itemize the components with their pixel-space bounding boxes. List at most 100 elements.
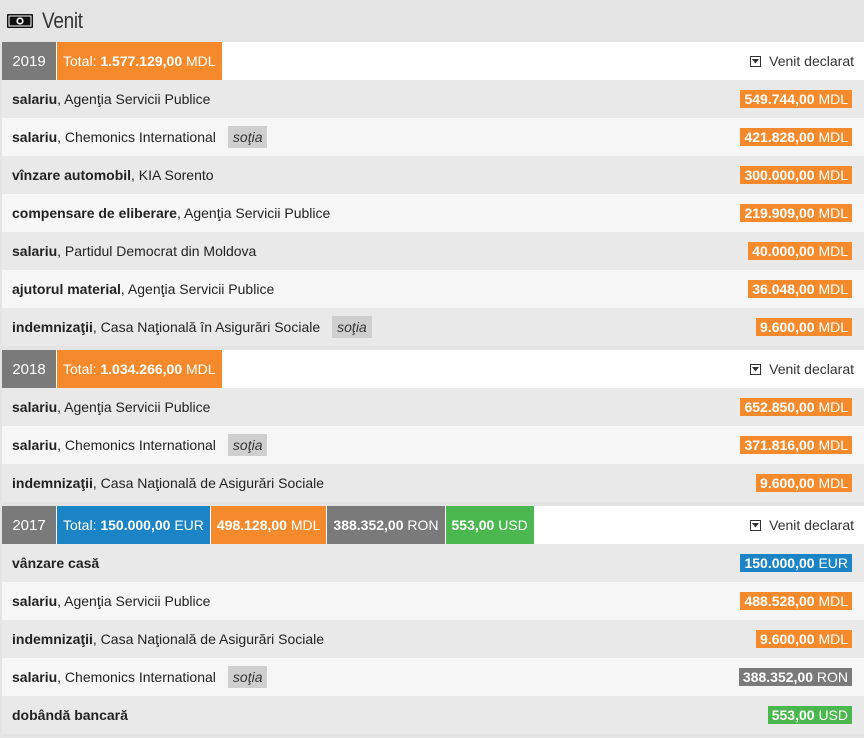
- amount-currency: MDL: [818, 243, 848, 259]
- amount-badge: 300.000,00 MDL: [740, 166, 852, 184]
- declared-income-dropdown[interactable]: Venit declarat: [750, 506, 864, 544]
- amount-value: 488.528,00: [744, 593, 815, 609]
- income-row: salariu, Chemonics International soţia 371…: [2, 426, 864, 464]
- declared-income-label: Venit declarat: [769, 53, 854, 69]
- income-years-list: 2019 Total: 1.577.129,00 MDL Venit declara…: [0, 42, 864, 738]
- income-type: salariu: [12, 593, 58, 609]
- amount-badge: 652.850,00 MDL: [740, 398, 852, 416]
- income-row: salariu, Partidul Democrat din Moldova 40…: [2, 232, 864, 270]
- amount-badge: 488.528,00 MDL: [740, 592, 852, 610]
- amount-badge: 553,00 USD: [767, 706, 852, 724]
- declared-income-label: Venit declarat: [769, 517, 854, 533]
- amount-badge: 36.048,00 MDL: [748, 280, 852, 298]
- total-currency: MDL: [186, 361, 216, 377]
- amount-badge: 421.828,00 MDL: [740, 128, 852, 146]
- total-currency: MDL: [290, 517, 321, 533]
- income-type: indemnizaţii: [12, 631, 93, 647]
- section-title: Venit: [42, 8, 83, 33]
- income-source: , Casa Naţională de Asigurări Sociale: [92, 631, 325, 647]
- income-row: salariu, Agenţia Servicii Publice 652.850…: [2, 388, 864, 426]
- spouse-badge: soţia: [332, 316, 372, 338]
- year-label: 2017: [2, 506, 56, 544]
- amount-value: 9.600,00: [760, 319, 815, 335]
- amount-value: 40.000,00: [752, 243, 815, 259]
- declared-income-dropdown[interactable]: Venit declarat: [750, 350, 864, 388]
- income-row: indemnizaţii, Casa Naţională de Asigurăr…: [2, 620, 864, 658]
- income-type: salariu: [12, 129, 58, 145]
- amount-currency: USD: [818, 707, 848, 723]
- year-header: 2017 Total: 150.000,00 EUR 498.128,00 MDL 3…: [2, 506, 864, 544]
- year-block-2017: 2017 Total: 150.000,00 EUR 498.128,00 MDL 3…: [2, 506, 864, 734]
- amount-badge: 371.816,00 MDL: [740, 436, 852, 454]
- amount-currency: MDL: [818, 129, 848, 145]
- spouse-badge: soţia: [227, 126, 268, 148]
- income-row: compensare de eliberare, Agenţia Servici…: [2, 194, 864, 232]
- total-currency: MDL: [186, 53, 216, 69]
- chevron-down-icon: [750, 519, 762, 531]
- year-total-chip: Total: 1.577.129,00 MDL: [57, 42, 222, 80]
- income-source: , Chemonics International: [57, 669, 216, 685]
- amount-badge: 150.000,00 EUR: [740, 554, 852, 572]
- amount-value: 9.600,00: [760, 475, 815, 491]
- income-source: , Agenţia Servicii Publice: [57, 91, 211, 107]
- amount-value: 300.000,00: [744, 167, 815, 183]
- amount-value: 150.000,00: [744, 555, 815, 571]
- income-source: , Agenţia Servicii Publice: [120, 281, 275, 297]
- total-amount: 553,00: [451, 517, 495, 533]
- income-row: salariu, Agenţia Servicii Publice 488.528…: [2, 582, 864, 620]
- income-type: indemnizaţii: [12, 319, 93, 335]
- year-header: 2018 Total: 1.034.266,00 MDL Venit declara…: [2, 350, 864, 388]
- income-row: ajutorul material, Agenţia Servicii Publ…: [2, 270, 864, 308]
- year-total-chip: Total: 1.034.266,00 MDL: [57, 350, 222, 388]
- income-row: dobândă bancară 553,00 USD: [2, 696, 864, 734]
- year-total-chip: 388.352,00 RON: [327, 506, 445, 544]
- total-amount: 1.034.266,00: [100, 361, 183, 377]
- declared-income-dropdown[interactable]: Venit declarat: [750, 42, 864, 80]
- amount-badge: 40.000,00 MDL: [748, 242, 852, 260]
- chevron-down-icon: [750, 55, 762, 67]
- amount-currency: MDL: [818, 399, 848, 415]
- income-row: indemnizaţii, Casa Naţională de Asigurăr…: [2, 464, 864, 502]
- total-prefix: Total:: [63, 53, 101, 69]
- income-source: , Casa Naţională în Asigurări Sociale: [92, 319, 321, 335]
- total-prefix: Total:: [63, 517, 101, 533]
- year-total-chip: Total: 150.000,00 EUR: [57, 506, 210, 544]
- income-type: salariu: [12, 399, 58, 415]
- amount-currency: MDL: [818, 319, 848, 335]
- amount-value: 553,00: [771, 707, 815, 723]
- income-rows: salariu, Agenţia Servicii Publice 549.744…: [2, 80, 864, 346]
- amount-value: 652.850,00: [744, 399, 815, 415]
- income-source: , Agenţia Servicii Publice: [57, 593, 211, 609]
- amount-currency: MDL: [818, 437, 848, 453]
- amount-value: 371.816,00: [744, 437, 815, 453]
- income-source: , Casa Naţională de Asigurări Sociale: [92, 475, 325, 491]
- income-row: indemnizaţii, Casa Naţională în Asigurăr…: [2, 308, 864, 346]
- total-prefix: Total:: [63, 361, 101, 377]
- income-type: vînzare automobil: [12, 167, 132, 183]
- income-source: , Agenţia Servicii Publice: [176, 205, 331, 221]
- income-type: ajutorul material: [12, 281, 121, 297]
- income-row: salariu, Agenţia Servicii Publice 549.744…: [2, 80, 864, 118]
- income-source: , Agenţia Servicii Publice: [57, 399, 211, 415]
- amount-currency: MDL: [818, 281, 848, 297]
- banknote-icon: [6, 12, 36, 30]
- amount-badge: 9.600,00 MDL: [756, 630, 852, 648]
- amount-value: 549.744,00: [744, 91, 815, 107]
- income-rows: salariu, Agenţia Servicii Publice 652.850…: [2, 388, 864, 502]
- income-type: compensare de eliberare: [12, 205, 177, 221]
- income-row: salariu, Chemonics International soţia 388…: [2, 658, 864, 696]
- amount-currency: MDL: [818, 205, 848, 221]
- amount-currency: MDL: [818, 631, 848, 647]
- year-label: 2018: [2, 350, 56, 388]
- amount-badge: 549.744,00 MDL: [740, 90, 852, 108]
- amount-currency: MDL: [818, 167, 848, 183]
- income-row: vânzare casă 150.000,00 EUR: [2, 544, 864, 582]
- income-type: salariu: [12, 91, 58, 107]
- income-rows: vânzare casă 150.000,00 EUR salariu, Agenţ…: [2, 544, 864, 734]
- total-amount: 150.000,00: [100, 517, 171, 533]
- amount-currency: RON: [816, 669, 848, 685]
- year-total-chip: 553,00 USD: [445, 506, 534, 544]
- total-amount: 498.128,00: [216, 517, 287, 533]
- amount-value: 219.909,00: [744, 205, 815, 221]
- amount-currency: MDL: [818, 475, 848, 491]
